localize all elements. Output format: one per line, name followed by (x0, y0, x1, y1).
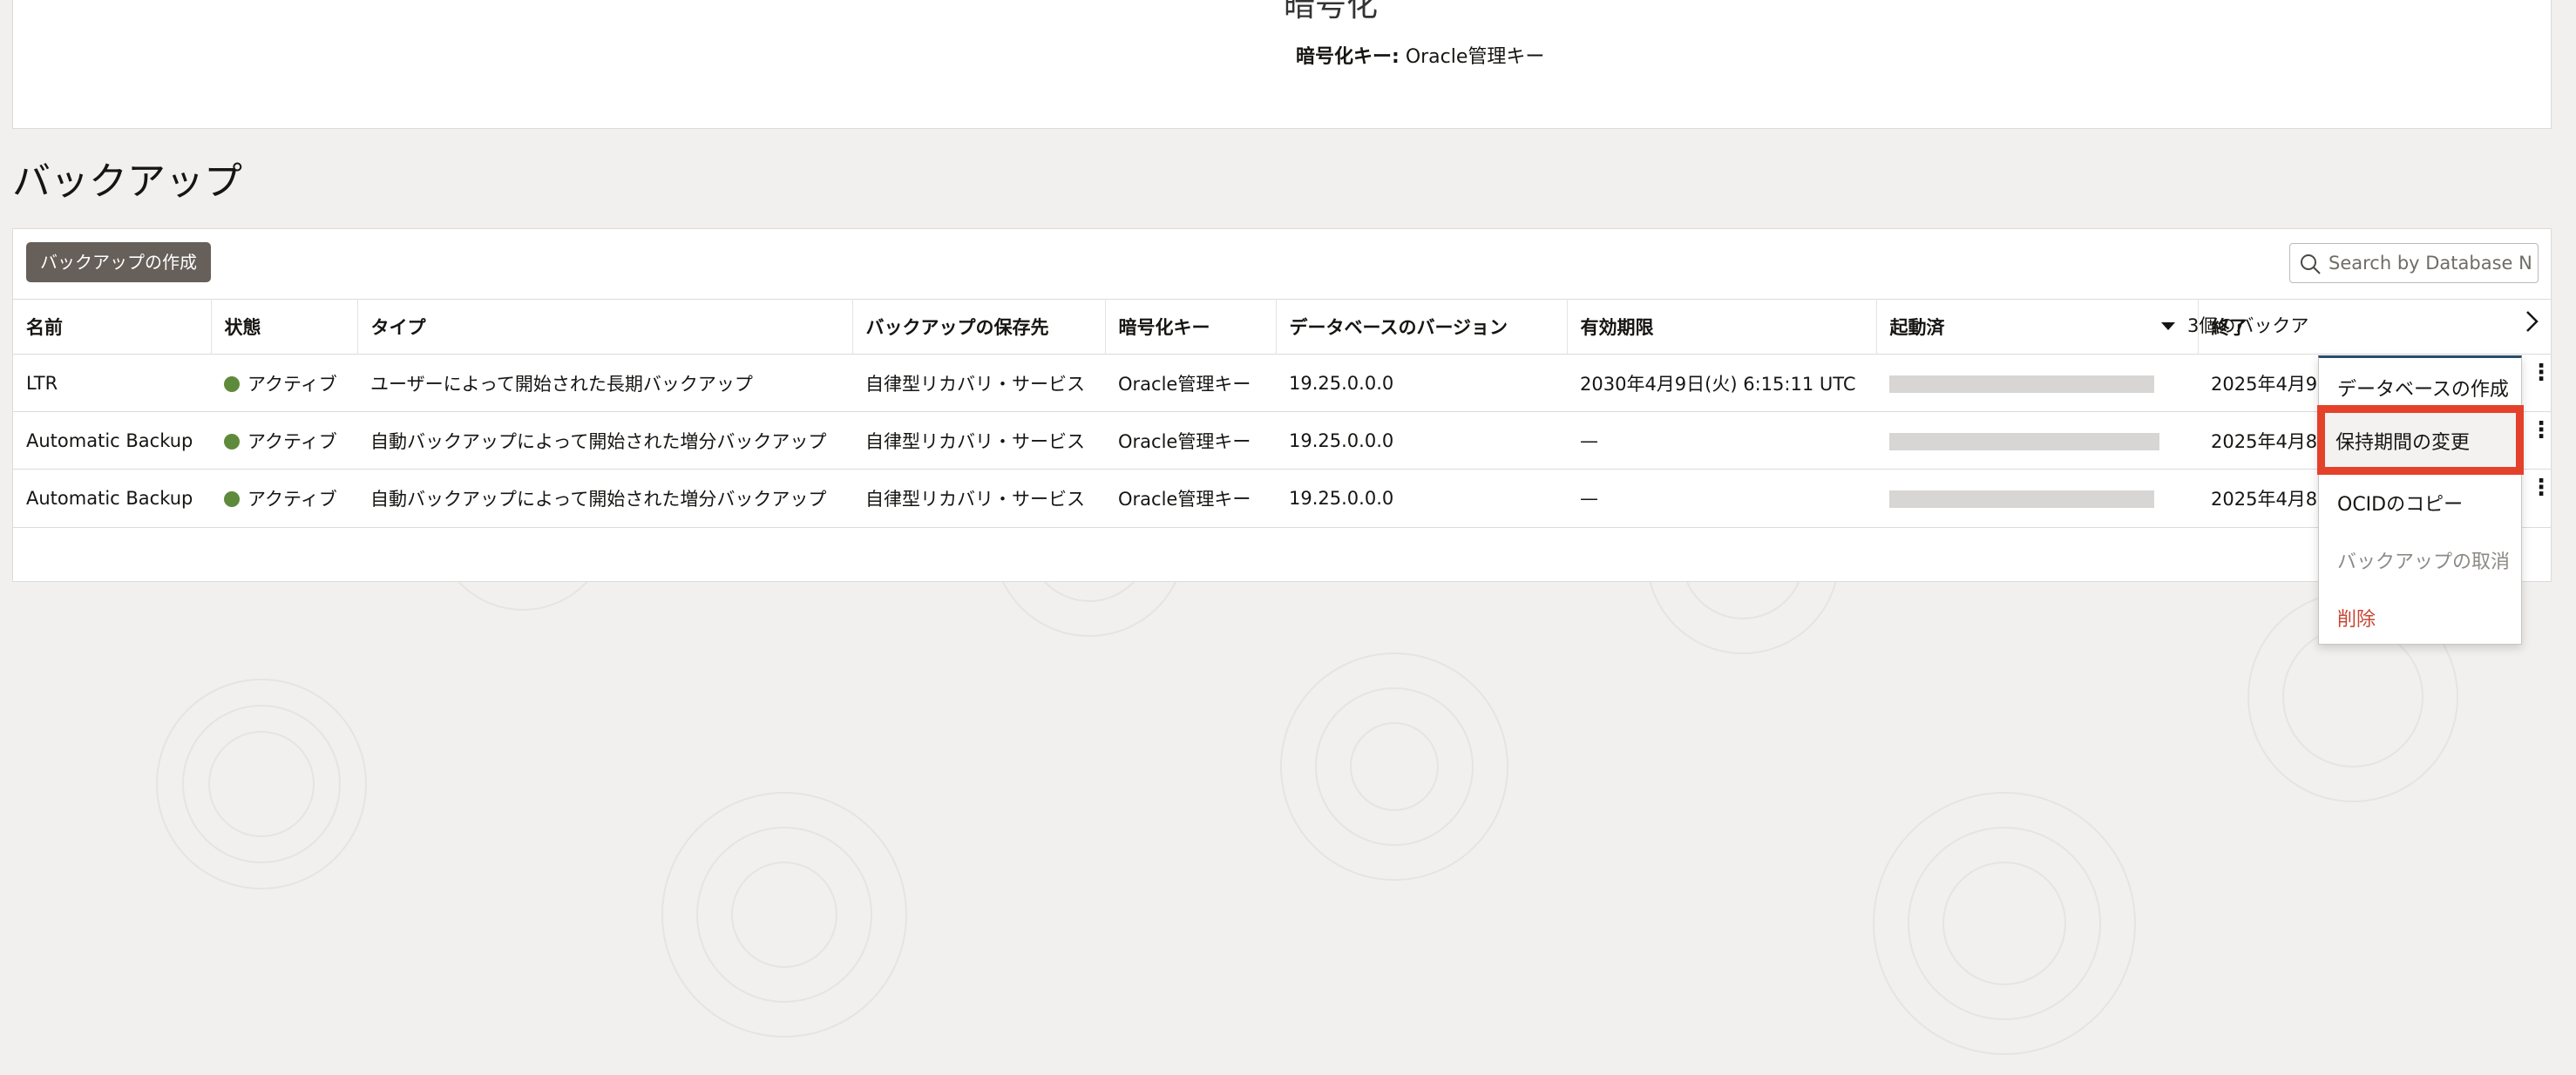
column-header-name[interactable]: 名前 (13, 299, 212, 355)
create-backup-button[interactable]: バックアップの作成 (26, 242, 211, 282)
menu-item-create-database[interactable]: データベースの作成 (2337, 374, 2509, 402)
encryption-key-row: 暗号化キー: Oracle管理キー (1296, 41, 1544, 69)
backup-count-text: 3個のバックア (2187, 315, 2309, 336)
backups-table: 名前 状態 タイプ バックアップの保存先 暗号化キー データベースのバージョン … (13, 299, 2551, 526)
cell-status: アクティブ (211, 354, 357, 412)
encryption-key-value: Oracle管理キー (1405, 46, 1545, 68)
table-row[interactable]: Automatic Backup アクティブ 自動バックアップによって開始された… (13, 411, 2551, 470)
menu-item-copy-ocid[interactable]: OCIDのコピー (2337, 489, 2463, 517)
search-box[interactable] (2289, 243, 2539, 283)
cell-type: 自動バックアップによって開始された増分バックアップ (357, 411, 852, 470)
cell-started (1876, 411, 2198, 470)
table-header-row: 名前 状態 タイプ バックアップの保存先 暗号化キー データベースのバージョン … (13, 299, 2551, 355)
status-label: アクティブ (247, 430, 337, 452)
row-actions-kebab-icon[interactable]: ⋮ (2530, 360, 2552, 386)
row-actions-kebab-icon[interactable]: ⋮ (2530, 475, 2552, 501)
column-header-status[interactable]: 状態 (211, 299, 358, 355)
row-actions-menu: データベースの作成 OCIDのコピー バックアップの取消 削除 (2318, 355, 2522, 645)
redacted-value (1889, 490, 2154, 508)
redacted-value (1889, 375, 2154, 393)
cell-expires: — (1567, 469, 1876, 526)
cell-name[interactable]: Automatic Backup (13, 411, 211, 470)
table-row[interactable]: LTR アクティブ ユーザーによって開始された長期バックアップ 自律型リカバリ・… (13, 354, 2551, 412)
cell-expires: — (1567, 411, 1876, 470)
status-label: アクティブ (247, 488, 337, 510)
cell-destination: 自律型リカバリ・サービス (852, 469, 1105, 526)
table-row[interactable]: Automatic Backup アクティブ 自動バックアップによって開始された… (13, 469, 2551, 526)
row-actions-kebab-icon[interactable]: ⋮ (2530, 417, 2552, 443)
menu-item-change-retention[interactable]: 保持期間の変更 (2335, 427, 2470, 455)
backups-section-title: バックアップ (12, 159, 242, 204)
encryption-title: 暗号化 (1284, 0, 1379, 24)
column-header-started-label: 起動済 (1889, 317, 1945, 338)
status-active-icon (224, 490, 240, 507)
cell-started (1876, 354, 2198, 412)
cell-encryption-key: Oracle管理キー (1105, 354, 1276, 412)
column-header-type[interactable]: タイプ (357, 299, 853, 355)
backups-panel: バックアップの作成 名前 状態 タイプ バックアップの保存先 暗号化キー データ… (12, 228, 2552, 582)
status-active-icon (224, 375, 240, 392)
encryption-key-label: 暗号化キー: (1296, 46, 1400, 68)
column-header-encryption-key[interactable]: 暗号化キー (1105, 299, 1277, 355)
cell-name[interactable]: Automatic Backup (13, 469, 211, 526)
search-input[interactable] (2329, 244, 2531, 282)
column-header-expires[interactable]: 有効期限 (1567, 299, 1877, 355)
column-header-destination[interactable]: バックアップの保存先 (852, 299, 1106, 355)
cell-encryption-key: Oracle管理キー (1105, 411, 1276, 470)
cell-db-version: 19.25.0.0.0 (1276, 469, 1567, 526)
table-footer-divider (13, 527, 2551, 528)
cell-destination: 自律型リカバリ・サービス (852, 354, 1105, 412)
status-label: アクティブ (247, 373, 337, 395)
cell-status: アクティブ (211, 469, 357, 526)
cell-encryption-key: Oracle管理キー (1105, 469, 1276, 526)
menu-item-cancel-backup[interactable]: バックアップの取消 (2337, 546, 2510, 574)
status-active-icon (224, 433, 240, 450)
column-header-started[interactable]: 起動済 (1876, 299, 2199, 355)
column-header-db-version[interactable]: データベースのバージョン (1276, 299, 1568, 355)
sort-descending-icon[interactable] (2160, 322, 2175, 331)
encryption-panel: 暗号化 暗号化キー: Oracle管理キー (12, 0, 2552, 129)
cell-type: 自動バックアップによって開始された増分バックアップ (357, 469, 852, 526)
cell-name[interactable]: LTR (13, 354, 211, 412)
redacted-value (1889, 432, 2159, 450)
cell-type: ユーザーによって開始された長期バックアップ (357, 354, 852, 412)
highlight-box: 保持期間の変更 (2317, 405, 2524, 475)
cell-destination: 自律型リカバリ・サービス (852, 411, 1105, 470)
cell-db-version: 19.25.0.0.0 (1276, 411, 1567, 470)
chevron-right-icon[interactable] (2524, 308, 2541, 335)
cell-expires: 2030年4月9日(火) 6:15:11 UTC (1567, 354, 1876, 412)
cell-db-version: 19.25.0.0.0 (1276, 354, 1567, 412)
menu-item-delete[interactable]: 削除 (2337, 604, 2376, 632)
cell-status: アクティブ (211, 411, 357, 470)
search-icon (2301, 254, 2321, 274)
cell-started (1876, 469, 2198, 526)
